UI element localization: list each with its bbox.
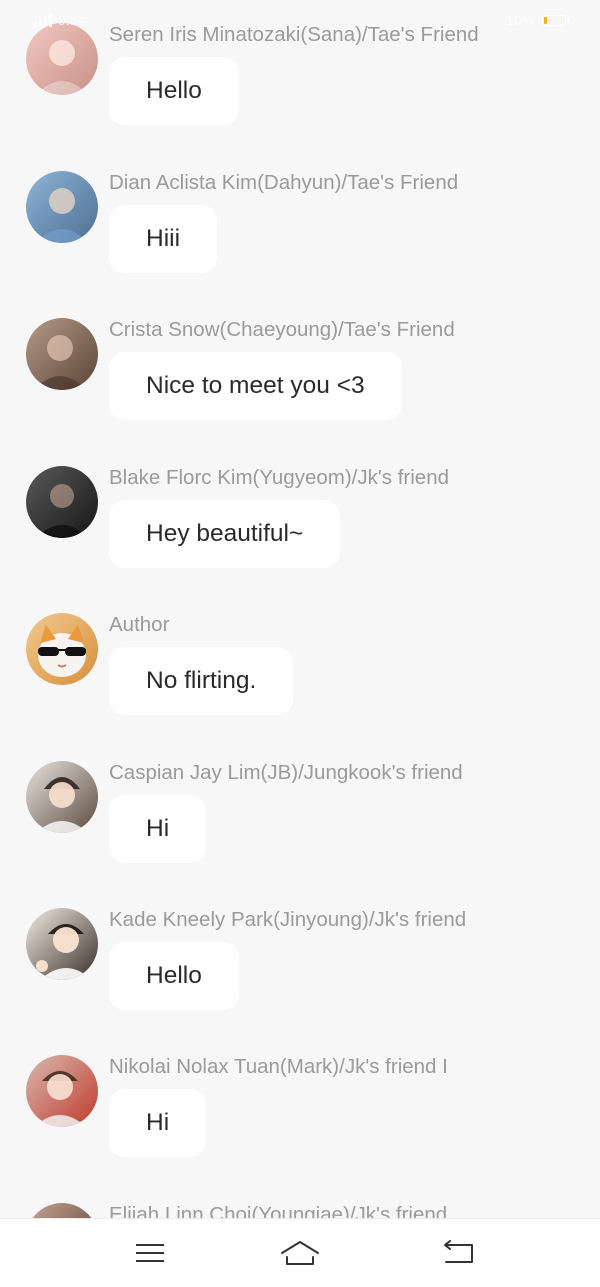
- message-bubble[interactable]: Hi: [109, 1089, 207, 1157]
- chat-message: Elijah Linn Choi(Youngjae)/Jk's friend: [0, 1203, 600, 1218]
- chat-list[interactable]: Seren Iris Minatozaki(Sana)/Tae's Friend…: [0, 0, 600, 1218]
- message-bubble[interactable]: Hey beautiful~: [109, 500, 341, 568]
- status-right: 10%: [505, 12, 569, 28]
- chat-message: Crista Snow(Chaeyoung)/Tae's Friend Nice…: [0, 318, 600, 465]
- avatar[interactable]: [26, 613, 98, 685]
- avatar-photo-icon: [26, 171, 98, 243]
- chat-message: Nikolai Nolax Tuan(Mark)/Jk's friend I H…: [0, 1055, 600, 1202]
- battery-percent: 10%: [505, 12, 534, 28]
- signal-icon: [34, 13, 52, 27]
- message-bubble[interactable]: Nice to meet you <3: [109, 352, 402, 420]
- sender-name: Elijah Linn Choi(Youngjae)/Jk's friend: [109, 1203, 448, 1218]
- status-left: 9:54: [34, 12, 85, 28]
- avatar[interactable]: [26, 171, 98, 243]
- chat-message: Caspian Jay Lim(JB)/Jungkook's friend Hi: [0, 761, 600, 908]
- message-bubble[interactable]: Hello: [109, 57, 239, 125]
- sender-name: Author: [109, 613, 170, 636]
- menu-button[interactable]: [130, 1237, 170, 1269]
- avatar[interactable]: [26, 761, 98, 833]
- sender-name: Kade Kneely Park(Jinyoung)/Jk's friend: [109, 908, 467, 931]
- chat-message: Dian Aclista Kim(Dahyun)/Tae's Friend Hi…: [0, 171, 600, 318]
- message-bubble[interactable]: Hi: [109, 795, 207, 863]
- avatar-photo-icon: [26, 318, 98, 390]
- chat-message: Author No flirting.: [0, 613, 600, 760]
- cat-sunglasses-icon: [26, 613, 98, 685]
- avatar[interactable]: [26, 1203, 98, 1218]
- sender-name: Caspian Jay Lim(JB)/Jungkook's friend: [109, 761, 463, 784]
- menu-icon: [136, 1244, 164, 1262]
- avatar-photo-icon: [26, 761, 98, 833]
- avatar[interactable]: [26, 1055, 98, 1127]
- back-icon: [444, 1240, 473, 1263]
- avatar-photo-icon: [26, 1055, 98, 1127]
- sender-name: Crista Snow(Chaeyoung)/Tae's Friend: [109, 318, 455, 341]
- status-time: 9:54: [58, 12, 86, 28]
- back-button[interactable]: [438, 1237, 478, 1269]
- chat-message: Kade Kneely Park(Jinyoung)/Jk's friend H…: [0, 908, 600, 1055]
- avatar[interactable]: [26, 466, 98, 538]
- battery-icon: [542, 14, 569, 26]
- sender-name: Dian Aclista Kim(Dahyun)/Tae's Friend: [109, 171, 459, 194]
- avatar[interactable]: [26, 318, 98, 390]
- sender-name: Nikolai Nolax Tuan(Mark)/Jk's friend I: [109, 1055, 448, 1078]
- message-bubble[interactable]: Hello: [109, 942, 239, 1010]
- avatar[interactable]: [26, 908, 98, 980]
- avatar-photo-icon: [26, 466, 98, 538]
- message-bubble[interactable]: No flirting.: [109, 647, 294, 715]
- avatar-photo-icon: [26, 1203, 98, 1218]
- status-bar: 9:54 10%: [0, 0, 600, 46]
- message-bubble[interactable]: Hiii: [109, 205, 218, 273]
- home-button[interactable]: [280, 1237, 320, 1269]
- avatar-photo-icon: [26, 908, 98, 980]
- navigation-bar: [0, 1218, 600, 1287]
- home-icon: [281, 1241, 319, 1265]
- sender-name: Blake Florc Kim(Yugyeom)/Jk's friend: [109, 466, 449, 489]
- chat-message: Blake Florc Kim(Yugyeom)/Jk's friend Hey…: [0, 466, 600, 613]
